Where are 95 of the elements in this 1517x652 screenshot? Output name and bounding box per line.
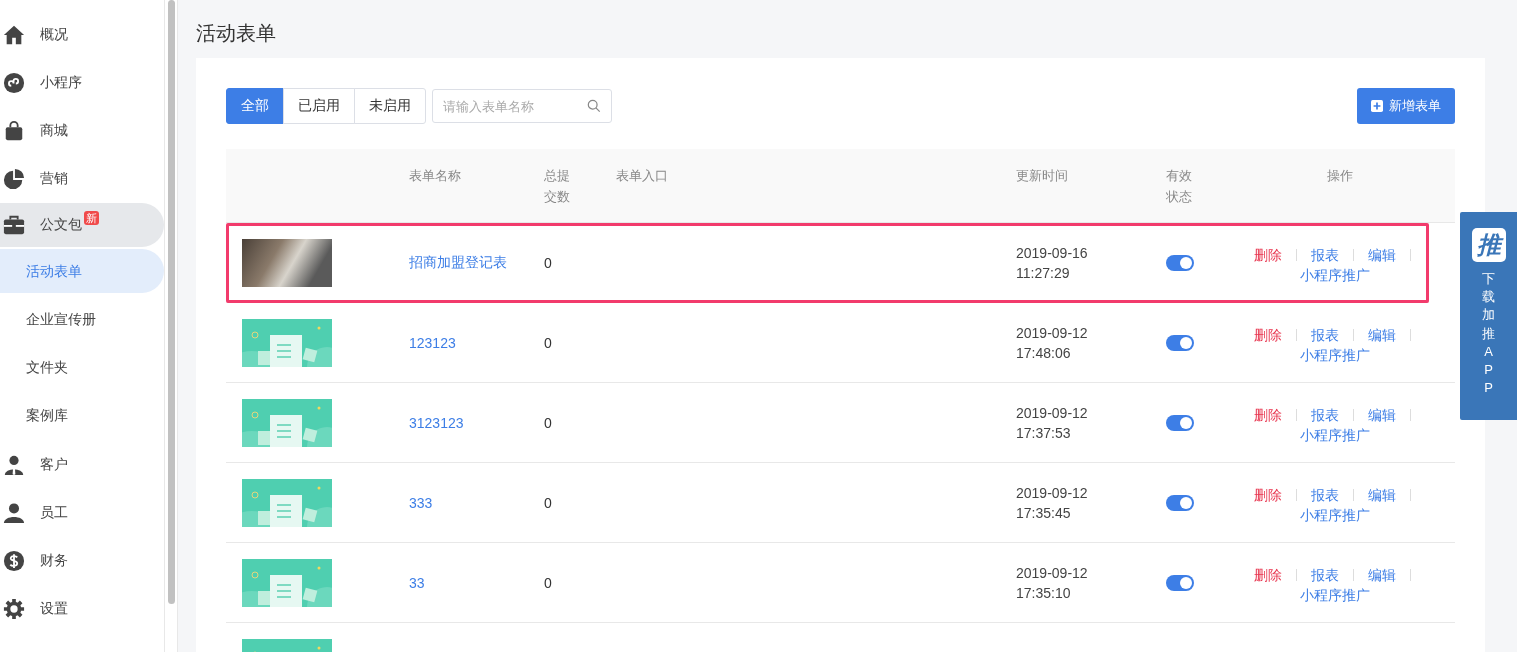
action-link[interactable]: 编辑 [1368, 245, 1396, 265]
briefcase-icon [3, 214, 25, 236]
add-form-button[interactable]: 新增表单 [1357, 88, 1455, 124]
sidebar-item[interactable]: 小程序 [0, 59, 165, 107]
status-toggle[interactable] [1166, 414, 1194, 431]
action-link[interactable]: 报表 [1311, 565, 1339, 585]
update-time: 17:37:53 [1016, 423, 1071, 443]
delete-link[interactable]: 删除 [1254, 485, 1282, 505]
sidebar-label: 员工 [40, 504, 68, 522]
person-icon [3, 502, 25, 524]
sidebar-label: 概况 [40, 26, 68, 44]
action-link[interactable]: 报表 [1311, 245, 1339, 265]
sidebar-label: 公文包 [40, 216, 82, 234]
column-header: 更新时间 [1016, 168, 1068, 183]
page-title: 活动表单 [196, 21, 277, 46]
action-link[interactable]: 报表 [1311, 405, 1339, 425]
column-header: 操作 [1326, 168, 1353, 183]
update-time: 17:35:10 [1016, 583, 1071, 603]
sidebar-label: 设置 [40, 600, 68, 618]
sidebar-label: 营销 [40, 170, 68, 188]
search-icon[interactable] [587, 99, 601, 113]
column-header: 表单入口 [616, 168, 668, 183]
action-link[interactable]: 编辑 [1368, 405, 1396, 425]
settings-icon [3, 598, 25, 620]
submission-count: 0 [544, 574, 552, 591]
sidebar-subitem[interactable]: 案例库 [0, 393, 165, 437]
sidebar-item[interactable]: 营销 [0, 155, 165, 203]
download-app-text: 下载加推APP [1482, 270, 1495, 398]
sidebar-item[interactable]: 概况 [0, 11, 165, 59]
filter-tab[interactable]: 已启用 [283, 88, 355, 124]
update-date: 2019-09-12 [1016, 403, 1088, 423]
form-name-link[interactable]: 123123 [409, 334, 456, 351]
delete-link[interactable]: 删除 [1254, 245, 1282, 265]
plus-icon [1371, 100, 1383, 112]
column-header: 总提交数 [544, 167, 571, 206]
sidebar-subitem[interactable]: 活动表单 [0, 249, 165, 293]
status-toggle[interactable] [1166, 254, 1194, 271]
promote-link[interactable]: 小程序推广 [1300, 425, 1370, 445]
sidebar-item[interactable]: 员工 [0, 489, 165, 537]
status-toggle[interactable] [1166, 334, 1194, 351]
pie-chart-icon [3, 168, 25, 190]
action-link[interactable]: 编辑 [1368, 325, 1396, 345]
filter-tab[interactable]: 全部 [226, 88, 284, 124]
form-name-link[interactable]: 3123123 [409, 414, 464, 431]
promote-link[interactable]: 小程序推广 [1300, 585, 1370, 605]
submission-count: 0 [544, 334, 552, 351]
delete-link[interactable]: 删除 [1254, 565, 1282, 585]
app-logo: 推 [1471, 228, 1506, 262]
delete-link[interactable]: 删除 [1254, 405, 1282, 425]
update-time: 17:48:06 [1016, 343, 1071, 363]
column-header: 表单名称 [409, 168, 461, 183]
update-date: 2019-09-12 [1016, 563, 1088, 583]
status-toggle[interactable] [1166, 494, 1194, 511]
download-app-panel[interactable]: 推 下载加推APP [1460, 212, 1517, 420]
form-name-link[interactable]: 333 [409, 494, 433, 511]
person-tie-icon [3, 454, 25, 476]
filter-tab[interactable]: 未启用 [354, 88, 426, 124]
update-date: 2019-09-16 [1016, 243, 1088, 263]
promote-link[interactable]: 小程序推广 [1300, 265, 1370, 285]
promote-link[interactable]: 小程序推广 [1300, 345, 1370, 365]
update-time: 11:27:29 [1016, 263, 1070, 283]
sidebar-subitem[interactable]: 企业宣传册 [0, 297, 165, 341]
update-date: 2019-09-12 [1016, 323, 1088, 343]
scrollbar[interactable] [167, 0, 175, 604]
action-link[interactable]: 编辑 [1368, 485, 1396, 505]
home-icon [3, 24, 25, 46]
sidebar-label: 商城 [40, 122, 68, 140]
action-link[interactable]: 报表 [1311, 485, 1339, 505]
new-badge: 新 [84, 211, 99, 225]
action-link[interactable]: 编辑 [1368, 565, 1396, 585]
link-circle-icon [3, 72, 25, 94]
sidebar-label: 客户 [40, 456, 68, 474]
update-date: 2019-09-12 [1016, 483, 1088, 503]
sidebar-item[interactable]: 客户 [0, 441, 165, 489]
sidebar-label: 财务 [40, 552, 68, 570]
search-field[interactable]: 请输入表单名称 [432, 89, 612, 123]
submission-count: 0 [544, 254, 552, 271]
promote-link[interactable]: 小程序推广 [1300, 505, 1370, 525]
dollar-icon [3, 550, 25, 572]
form-name-link[interactable]: 招商加盟登记表 [409, 253, 507, 272]
sidebar-item[interactable]: 公文包 新 [0, 203, 165, 247]
sidebar-label: 小程序 [40, 74, 82, 92]
submission-count: 0 [544, 414, 552, 431]
sidebar-item[interactable]: 商城 [0, 107, 165, 155]
column-header: 有效状态 [1166, 167, 1193, 206]
sidebar-subitem[interactable]: 文件夹 [0, 345, 165, 389]
delete-link[interactable]: 删除 [1254, 325, 1282, 345]
sidebar-item[interactable]: 财务 [0, 537, 165, 585]
status-toggle[interactable] [1166, 574, 1194, 591]
action-link[interactable]: 报表 [1311, 325, 1339, 345]
update-time: 17:35:45 [1016, 503, 1071, 523]
form-name-link[interactable]: 33 [409, 574, 425, 591]
submission-count: 0 [544, 494, 552, 511]
shopping-bag-icon [3, 120, 25, 142]
sidebar-item[interactable]: 设置 [0, 585, 165, 633]
